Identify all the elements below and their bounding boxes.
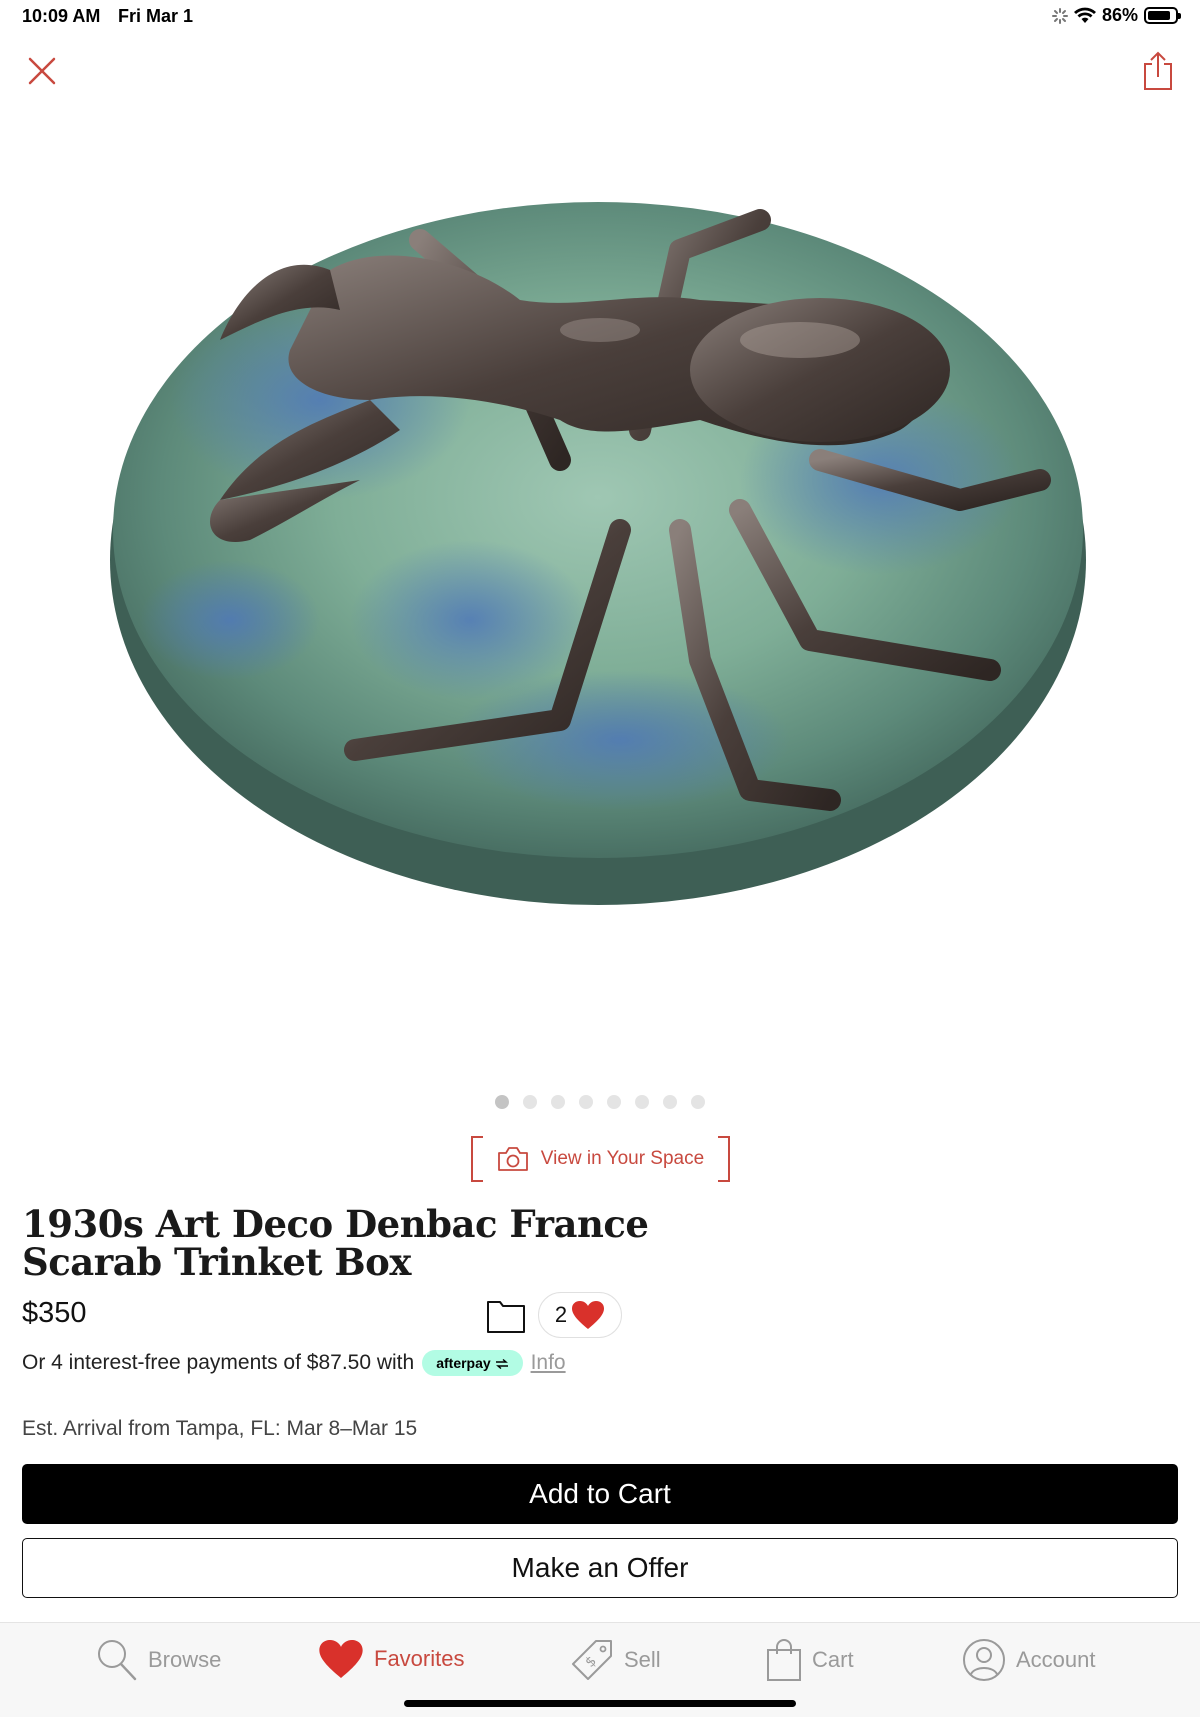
carousel-dots: [0, 1095, 1200, 1109]
afterpay-arrows-icon: [495, 1359, 508, 1370]
view-in-your-space-label: View in Your Space: [540, 1148, 705, 1169]
heart-icon: [319, 1640, 363, 1678]
shopping-bag-icon: [767, 1639, 801, 1681]
tab-favorites[interactable]: Favorites: [318, 1638, 464, 1680]
carousel-dot[interactable]: [495, 1095, 509, 1109]
view-in-your-space-button[interactable]: View in Your Space: [471, 1136, 730, 1182]
carousel-dot[interactable]: [635, 1095, 649, 1109]
status-time: 10:09 AM: [22, 6, 101, 26]
favorite-button[interactable]: 2: [538, 1292, 622, 1338]
favorite-count: 2: [554, 1302, 568, 1327]
tab-label: Favorites: [374, 1646, 465, 1671]
product-image[interactable]: [0, 100, 1200, 1080]
product-price: $350: [22, 1297, 87, 1329]
save-to-folder-button[interactable]: [486, 1298, 526, 1334]
info-link[interactable]: Info: [531, 1351, 566, 1375]
tab-browse[interactable]: Browse: [96, 1638, 221, 1682]
make-an-offer-button[interactable]: Make an Offer: [22, 1538, 1178, 1598]
battery-percent: 86%: [1101, 5, 1138, 25]
afterpay-label: afterpay: [436, 1355, 491, 1371]
home-indicator: [404, 1700, 796, 1707]
bracket-left: [471, 1136, 483, 1182]
add-to-cart-button[interactable]: Add to Cart: [22, 1464, 1178, 1524]
camera-icon: [497, 1147, 528, 1171]
top-bar: [0, 45, 1200, 95]
afterpay-badge: afterpay: [422, 1350, 523, 1376]
loading-spinner-icon: [1051, 7, 1068, 24]
bracket-right: [718, 1136, 730, 1182]
close-button[interactable]: [24, 53, 60, 89]
tab-label: Sell: [624, 1647, 661, 1672]
estimated-arrival: Est. Arrival from Tampa, FL: Mar 8–Mar 1…: [22, 1417, 418, 1440]
status-indicators: 86%: [1051, 5, 1181, 26]
battery-fill: [1148, 11, 1171, 20]
carousel-dot[interactable]: [607, 1095, 621, 1109]
tab-label: Account: [1016, 1647, 1096, 1672]
price-tag-icon: $: [572, 1640, 612, 1680]
wifi-icon: [1073, 7, 1096, 23]
share-icon: [1144, 51, 1172, 90]
tab-sell[interactable]: $ Sell: [570, 1638, 661, 1682]
tab-label: Cart: [812, 1647, 854, 1672]
carousel-dot[interactable]: [579, 1095, 593, 1109]
product-photo: [110, 202, 1086, 905]
share-button[interactable]: [1140, 50, 1176, 92]
carousel-dot[interactable]: [663, 1095, 677, 1109]
search-icon: [98, 1640, 137, 1681]
carousel-dot[interactable]: [523, 1095, 537, 1109]
close-icon: [28, 57, 56, 85]
carousel-dot[interactable]: [691, 1095, 705, 1109]
carousel-dot[interactable]: [551, 1095, 565, 1109]
tab-account[interactable]: Account: [962, 1638, 1096, 1682]
installments-row: Or 4 interest-free payments of $87.50 wi…: [22, 1350, 566, 1376]
status-date: Fri Mar 1: [118, 6, 194, 26]
tab-label: Browse: [148, 1647, 222, 1672]
status-bar: 10:09 AM Fri Mar 1 86%: [0, 0, 1200, 34]
tab-bar: Browse Favorites $ Sell Cart Account: [0, 1622, 1200, 1717]
battery-icon: [1144, 7, 1181, 24]
tab-cart[interactable]: Cart: [766, 1638, 854, 1682]
heart-icon: [572, 1301, 605, 1329]
person-icon: [963, 1639, 1005, 1681]
svg-text:$: $: [582, 1653, 600, 1671]
folder-icon: [487, 1301, 525, 1333]
installments-text: Or 4 interest-free payments of $87.50 wi…: [22, 1351, 415, 1374]
product-title: 1930s Art Deco Denbac France Scarab Trin…: [22, 1202, 649, 1284]
